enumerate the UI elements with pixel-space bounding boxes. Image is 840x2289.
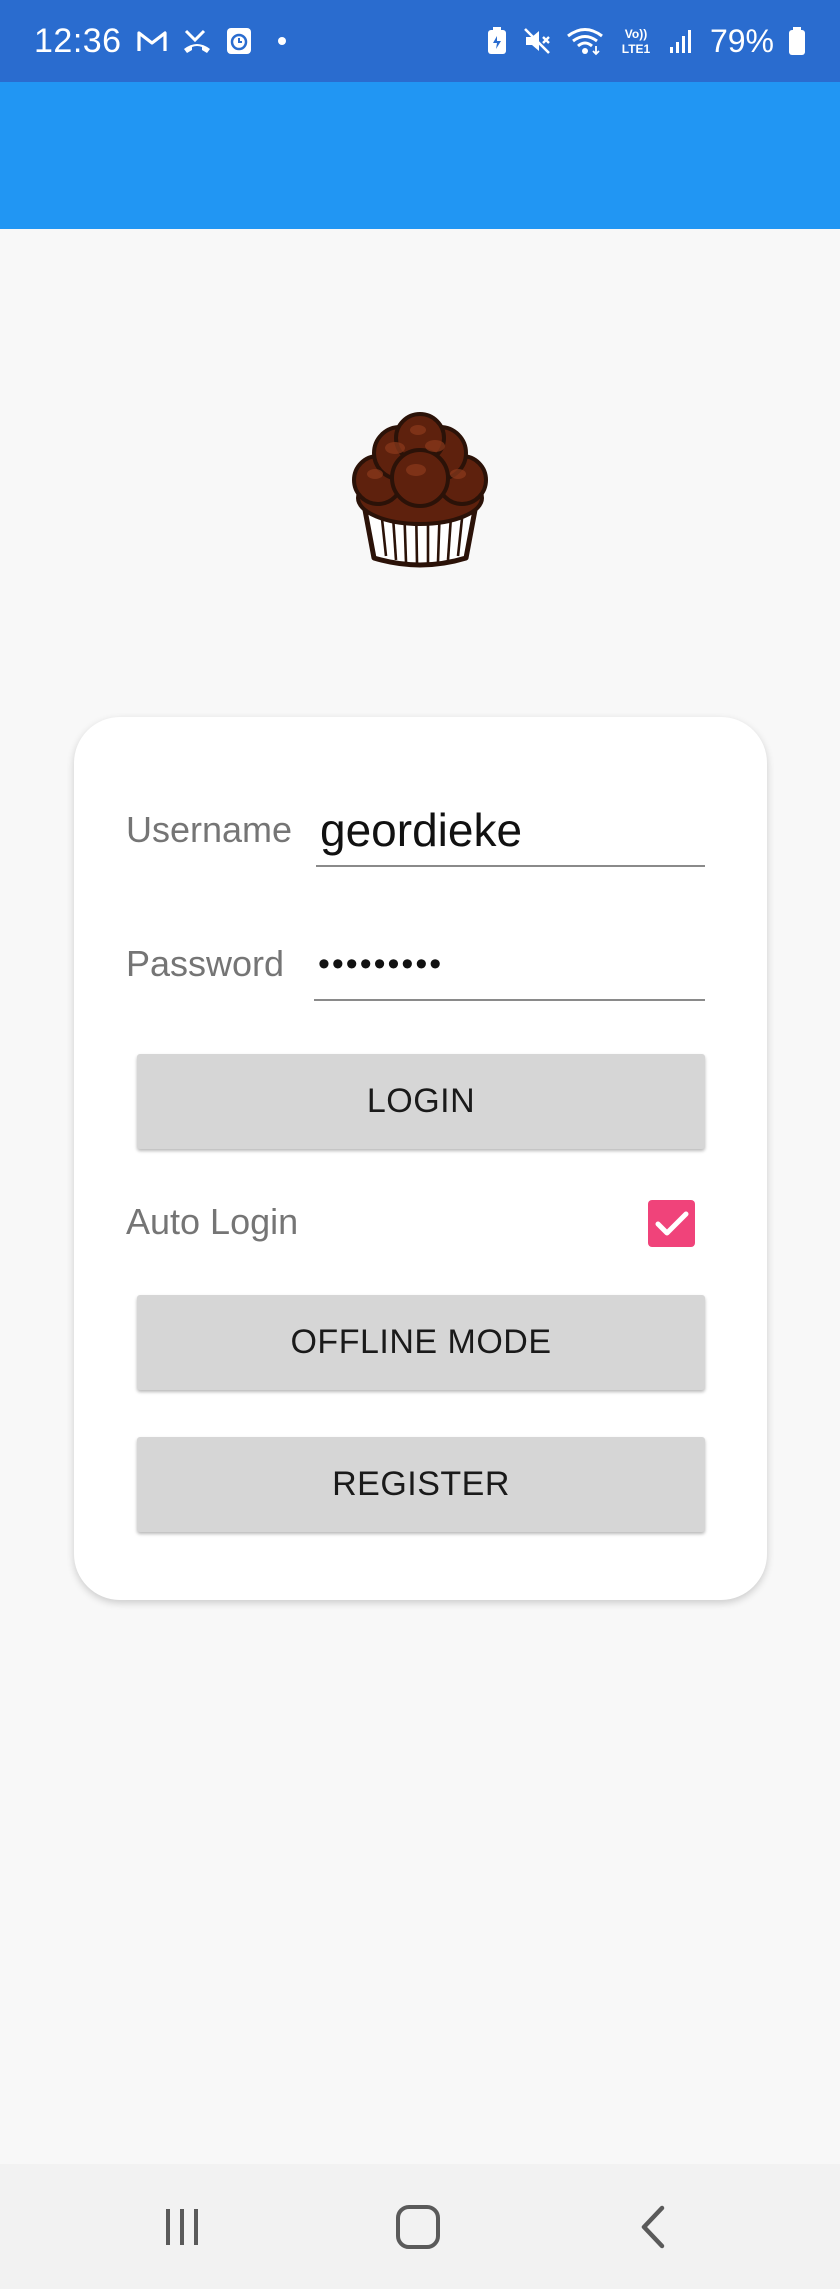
battery-saver-icon (486, 26, 508, 56)
cupcake-logo (340, 408, 500, 573)
auto-login-label: Auto Login (126, 1201, 299, 1242)
status-time: 12:36 (34, 21, 122, 60)
password-input[interactable] (314, 929, 705, 1001)
home-icon (396, 2204, 440, 2249)
recent-apps-button[interactable] (122, 2164, 242, 2289)
register-button[interactable]: REGISTER (137, 1437, 705, 1532)
login-card: Username Password LOGIN Auto Login OFFLI… (74, 717, 767, 1600)
status-left: 12:36 (34, 22, 286, 61)
app-bar (0, 82, 840, 229)
svg-text:Vo)): Vo)) (625, 27, 647, 41)
username-input[interactable] (316, 795, 705, 867)
status-right: Vo)) LTE1 79% (486, 23, 806, 60)
notification-dot-icon (277, 37, 286, 45)
mute-icon (522, 26, 552, 56)
status-bar: 12:36 Vo)) LTE1 79% (0, 0, 840, 82)
signal-icon (668, 27, 696, 55)
login-button[interactable]: LOGIN (137, 1054, 705, 1149)
username-label: Username (126, 809, 293, 850)
recent-apps-icon (166, 2208, 198, 2245)
password-label: Password (126, 943, 285, 984)
home-button[interactable] (358, 2164, 478, 2289)
battery-percent: 79% (709, 22, 774, 59)
auto-login-checkbox[interactable] (648, 1200, 695, 1247)
offline-mode-button[interactable]: OFFLINE MODE (137, 1295, 705, 1390)
gmail-icon (136, 29, 168, 53)
navigation-bar (0, 2164, 840, 2289)
wifi-icon (566, 26, 604, 56)
back-button[interactable] (593, 2164, 713, 2289)
battery-icon (788, 26, 806, 56)
checkmark-icon (655, 1211, 688, 1235)
clock-app-icon (226, 27, 252, 55)
svg-text:LTE1: LTE1 (622, 42, 651, 56)
back-icon (641, 2205, 665, 2248)
volte-lte-icon: Vo)) LTE1 (618, 25, 654, 57)
missed-call-icon (182, 27, 212, 55)
